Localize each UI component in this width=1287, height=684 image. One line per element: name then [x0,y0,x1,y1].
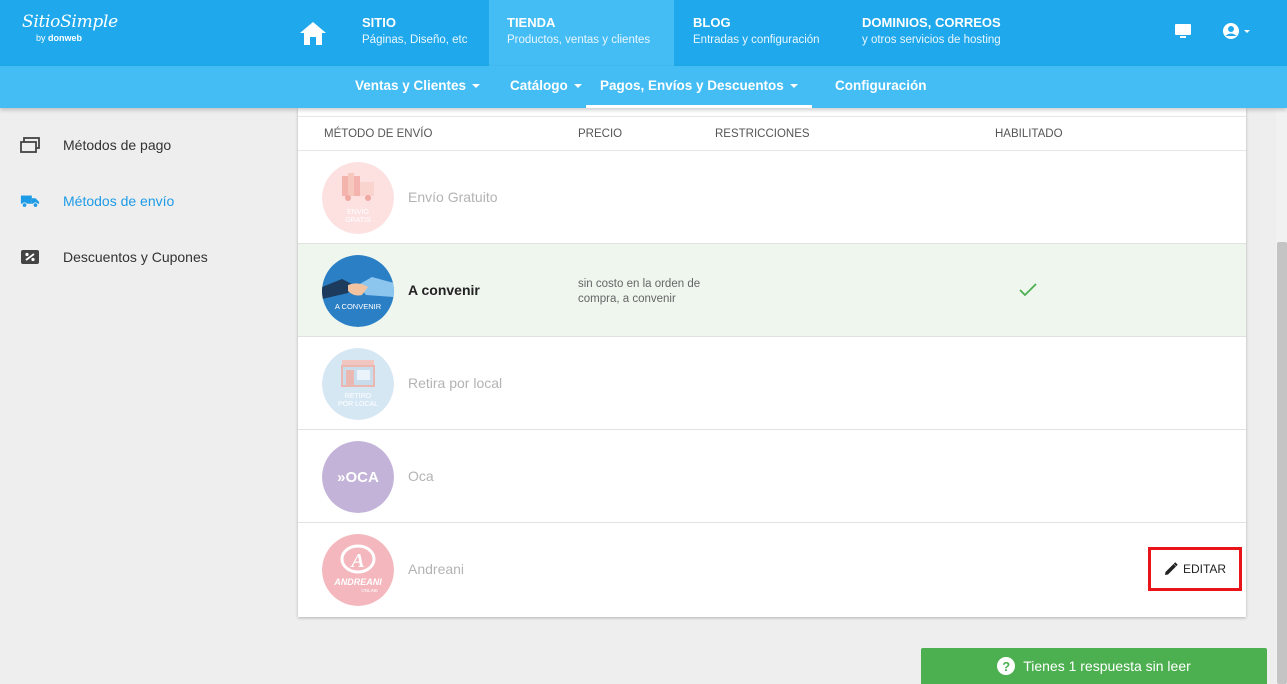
account-menu-button[interactable] [1222,22,1252,45]
monitor-button[interactable] [1174,22,1192,45]
subnav-pagos-label: Pagos, Envíos y Descuentos [600,78,784,93]
tab-dominios[interactable]: DOMINIOS, CORREOS y otros servicios de h… [844,0,1019,66]
sub-navigation: Ventas y Clientes Catálogo Pagos, Envíos… [0,66,1287,108]
shipping-methods-table: MÉTODO DE ENVÍO PRECIO RESTRICCIONES HAB… [298,108,1246,617]
table-row-a-convenir[interactable]: A CONVENIR A convenir sin costo en la or… [298,244,1246,337]
home-icon [300,22,326,45]
column-header-metodo: MÉTODO DE ENVÍO [324,128,433,140]
table-row-retira-local[interactable]: RETIRO POR LOCAL Retira por local [298,337,1246,430]
logo-by-text: by [36,33,46,43]
table-row-andreani[interactable]: A ANDREANI ONLINE Andreani EDITAR [298,523,1246,616]
tab-tienda-subtitle: Productos, ventas y clientes [507,34,651,46]
chat-notification-bar[interactable]: ? Tienes 1 respuesta sin leer [921,648,1267,684]
subnav-catalogo[interactable]: Catálogo [510,66,582,108]
sidebar-item-label: Métodos de envío [63,193,175,209]
tab-sitio[interactable]: SITIO Páginas, Diseño, etc [344,0,485,66]
tab-blog[interactable]: BLOG Entradas y configuración [675,0,838,66]
method-price: sin costo en la orden de compra, a conve… [578,278,701,305]
envio-gratis-badge: ENVÍO GRATIS [322,162,394,234]
logo-brand: SitioSimple [22,12,118,32]
badge-text-line1: ANDREANI [333,577,382,587]
method-name: Oca [408,468,434,484]
badge-text-line1: ENVÍO [347,207,369,216]
tab-blog-title: BLOG [693,15,731,30]
method-name: Retira por local [408,375,503,391]
tab-dominios-title: DOMINIOS, CORREOS [862,15,1001,30]
badge-text-line1: RETIRO [345,393,372,400]
subnav-catalogo-label: Catálogo [510,78,568,93]
discount-icon [20,247,40,267]
subnav-configuracion[interactable]: Configuración [835,66,927,108]
sidebar-item-metodos-pago[interactable]: Métodos de pago [20,133,171,157]
tab-tienda-title: TIENDA [507,15,556,30]
account-icon [1223,23,1250,39]
method-name: A convenir [408,282,480,298]
tab-dominios-subtitle: y otros servicios de hosting [862,34,1001,46]
chevron-down-icon [472,84,481,89]
sidebar-item-descuentos[interactable]: Descuentos y Cupones [20,245,208,269]
andreani-logo-letter: A [349,550,364,572]
table-row-oca[interactable]: »OCA Oca [298,430,1246,523]
chat-notification-label: Tienes 1 respuesta sin leer [1023,658,1191,674]
truck-icon [20,191,40,211]
enabled-check-icon [1018,282,1038,303]
edit-button[interactable]: EDITAR [1148,547,1242,591]
pencil-icon [1164,562,1178,575]
badge-text-line2: POR LOCAL [338,401,378,408]
subnav-pagos-envios[interactable]: Pagos, Envíos y Descuentos [586,66,812,108]
logo-company: donweb [48,33,83,43]
tab-tienda[interactable]: TIENDA Productos, ventas y clientes [489,0,674,66]
oca-badge: »OCA [322,441,394,513]
logo[interactable]: SitioSimple by donweb [22,12,118,43]
chevron-down-icon [789,84,798,89]
home-button[interactable] [280,0,346,66]
retiro-local-badge: RETIRO POR LOCAL [322,348,394,420]
logo-byline: by donweb [36,33,118,43]
monitor-icon [1175,24,1191,38]
tab-sitio-title: SITIO [362,15,396,30]
table-header: MÉTODO DE ENVÍO PRECIO RESTRICCIONES HAB… [298,116,1246,151]
andreani-badge: A ANDREANI ONLINE [322,534,394,606]
top-header: SitioSimple by donweb SITIO Páginas, Dis… [0,0,1287,66]
payment-card-icon [20,135,40,155]
subnav-ventas-clientes[interactable]: Ventas y Clientes [355,66,481,108]
subnav-ventas-label: Ventas y Clientes [355,78,467,93]
edit-button-label: EDITAR [1182,562,1227,576]
column-header-habilitado: HABILITADO [995,128,1063,140]
badge-text-line1: A CONVENIR [335,302,382,311]
tab-sitio-subtitle: Páginas, Diseño, etc [362,34,468,46]
badge-text-line2: GRATIS [345,217,371,224]
chevron-down-icon [573,84,582,89]
method-name: Andreani [408,561,465,577]
sidebar-item-metodos-envio[interactable]: Métodos de envío [20,189,174,213]
badge-text-line1: »OCA [337,469,379,486]
a-convenir-badge: A CONVENIR [322,255,394,327]
column-header-restricciones: RESTRICCIONES [715,128,810,140]
method-name: Envío Gratuito [408,189,498,205]
scrollbar-thumb[interactable] [1277,242,1287,684]
subnav-configuracion-label: Configuración [835,78,927,93]
table-row-envio-gratuito[interactable]: ENVÍO GRATIS Envío Gratuito [298,151,1246,244]
sidebar-item-label: Descuentos y Cupones [63,249,208,265]
sidebar-item-label: Métodos de pago [63,137,172,153]
badge-text-line2: ONLINE [361,588,378,593]
help-icon: ? [997,657,1016,675]
column-header-precio: PRECIO [578,128,623,140]
tab-blog-subtitle: Entradas y configuración [693,34,820,46]
